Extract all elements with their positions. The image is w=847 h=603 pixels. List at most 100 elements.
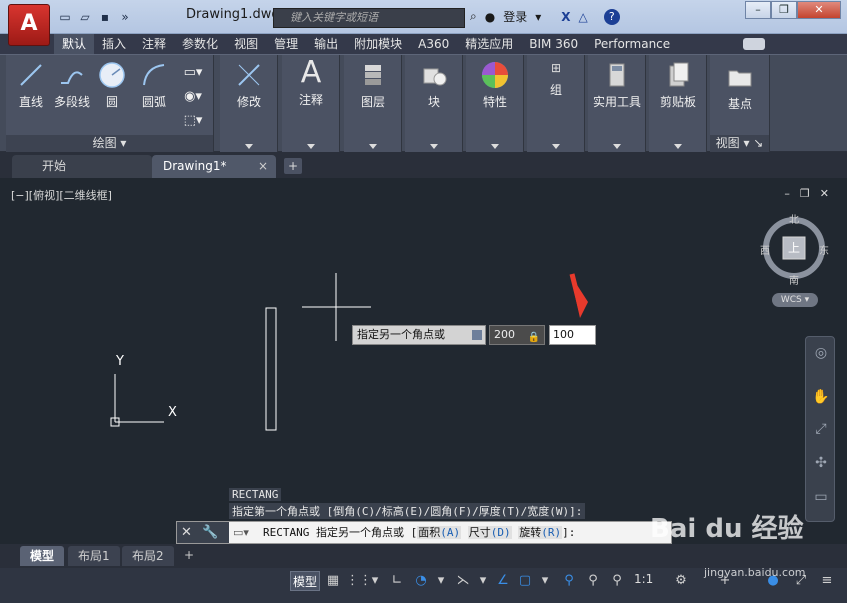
properties-tool[interactable]: 特性	[466, 61, 524, 110]
annotation-dropdown-icon[interactable]	[306, 144, 315, 149]
annotation-scale-icon[interactable]: ⚲	[608, 572, 626, 590]
polar-tracking-icon[interactable]: ◔	[412, 572, 430, 590]
circle-tool[interactable]: 圆	[96, 61, 128, 110]
clipboard-dropdown-icon[interactable]	[673, 144, 682, 149]
tab-manage[interactable]: 管理	[266, 34, 306, 54]
tab-home[interactable]: 默认	[54, 34, 95, 54]
binoculars-icon[interactable]: ⌕	[470, 9, 477, 24]
utilities-dropdown-icon[interactable]	[612, 144, 621, 149]
object-snap-dropdown-icon[interactable]: ▾	[536, 572, 554, 590]
dimension-input-1[interactable]: 200 🔒	[489, 325, 545, 345]
annotation-visibility-icon[interactable]: ⚲	[560, 572, 578, 590]
login-link[interactable]: 登录	[503, 8, 527, 25]
object-snap-tracking-icon[interactable]: ∠	[494, 572, 512, 590]
block-tool[interactable]: 块	[405, 61, 463, 110]
file-tab-drawing1[interactable]: Drawing1* ×	[152, 155, 276, 178]
annotation-scale-value[interactable]: 1:1	[634, 572, 653, 586]
modify-dropdown-icon[interactable]	[244, 144, 253, 149]
viewcube-top-label[interactable]: 上	[788, 239, 800, 256]
block-dropdown-icon[interactable]	[429, 144, 438, 149]
layers-panel[interactable]: 图层	[344, 55, 402, 152]
tab-parametric[interactable]: 参数化	[174, 34, 226, 54]
isodraft-dropdown-icon[interactable]: ▾	[474, 572, 492, 590]
drawing-area[interactable]: [−][俯视][二维线框] – ❐ ✕ Y X 北 南 东 西 上 WCS ▾ …	[0, 178, 847, 544]
steering-wheel-icon[interactable]: ◎	[811, 345, 831, 365]
more-tools-icon[interactable]: »	[116, 8, 134, 26]
new-layout-button[interactable]: +	[180, 548, 198, 564]
option-rotation[interactable]: 旋转(R)	[518, 526, 563, 539]
new-tab-button[interactable]: +	[284, 158, 302, 174]
orbit-icon[interactable]: ✣	[811, 455, 831, 475]
layers-tool[interactable]: 图层	[344, 61, 402, 110]
utilities-panel[interactable]: 实用工具	[588, 55, 646, 152]
tab-output[interactable]: 输出	[306, 34, 346, 54]
option-area[interactable]: 面积(A)	[417, 526, 462, 539]
polyline-tool[interactable]: 多段线	[50, 61, 94, 110]
tab-addins[interactable]: 附加模块	[346, 34, 410, 54]
block-panel[interactable]: 块	[405, 55, 463, 152]
save-icon[interactable]: ▪	[96, 8, 114, 26]
command-line-settings-icon[interactable]: 🔧	[202, 525, 218, 540]
snap-icon[interactable]: ⋮⋮	[346, 572, 372, 590]
ribbon-minimize-toggle[interactable]	[743, 38, 765, 50]
object-snap-icon[interactable]: ▢	[516, 572, 534, 590]
groups-dropdown-icon[interactable]	[551, 144, 560, 149]
exchange-icon[interactable]: X	[561, 10, 570, 24]
customization-menu-icon[interactable]: ≡	[818, 572, 836, 590]
option-dimensions[interactable]: 尺寸(D)	[467, 526, 512, 539]
tab-insert[interactable]: 插入	[94, 34, 134, 54]
user-icon[interactable]: ●	[485, 10, 495, 24]
auto-scale-icon[interactable]: ⚲	[584, 572, 602, 590]
modify-panel[interactable]: 修改	[220, 55, 278, 152]
showmotion-icon[interactable]: ▭	[811, 489, 831, 509]
minimize-button[interactable]: –	[745, 1, 771, 19]
groups-panel[interactable]: ⊞ 组	[527, 55, 585, 152]
zoom-extents-icon[interactable]: ⤢	[811, 421, 831, 441]
search-input[interactable]: 键入关键字或短语	[273, 8, 465, 28]
viewcube-west[interactable]: 西	[760, 242, 770, 257]
annotation-panel[interactable]: A 注释	[282, 55, 340, 152]
viewcube-north[interactable]: 北	[789, 211, 799, 226]
group-tool[interactable]: ⊞ 组	[527, 61, 585, 98]
tab-a360[interactable]: A360	[410, 34, 457, 54]
tab-bim360[interactable]: BIM 360	[521, 34, 586, 54]
boundary-icon[interactable]: ⬚▾	[178, 109, 208, 133]
close-tab-icon[interactable]: ×	[258, 155, 268, 178]
tab-layout2[interactable]: 布局2	[122, 546, 174, 566]
command-line[interactable]: ✕ 🔧 ▭▾ RECTANG 指定另一个角点或 [面积(A) 尺寸(D) 旋转(…	[176, 521, 672, 544]
polar-dropdown-icon[interactable]: ▾	[432, 572, 450, 590]
basepoint-tool[interactable]: 基点	[710, 63, 770, 112]
help-button[interactable]: ?	[603, 8, 620, 25]
isodraft-icon[interactable]: ⋋	[454, 572, 472, 590]
clipboard-tool[interactable]: 剪贴板	[649, 61, 707, 110]
arc-tool[interactable]: 圆弧	[134, 61, 174, 110]
a360-icon[interactable]: △	[579, 10, 588, 24]
tab-featured-apps[interactable]: 精选应用	[457, 34, 521, 54]
wcs-menu[interactable]: WCS ▾	[772, 293, 818, 307]
model-space-button[interactable]: 模型	[290, 571, 320, 591]
viewcube-east[interactable]: 东	[819, 242, 829, 257]
snap-dropdown-icon[interactable]: ▾	[366, 572, 384, 590]
command-line-close-icon[interactable]: ✕	[181, 525, 192, 540]
hatch-icon[interactable]: ◉▾	[178, 85, 208, 109]
ortho-icon[interactable]: ∟	[388, 572, 406, 590]
dimension-input-2[interactable]: 100	[549, 325, 596, 345]
pan-hand-icon[interactable]: ✋	[811, 389, 831, 409]
workspace-gear-icon[interactable]: ⚙	[672, 572, 690, 590]
modify-tool[interactable]: 修改	[220, 61, 278, 110]
properties-panel[interactable]: 特性	[466, 55, 524, 152]
tab-layout1[interactable]: 布局1	[68, 546, 120, 566]
line-tool[interactable]: 直线	[12, 61, 50, 110]
draw-panel-label[interactable]: 绘图 ▾	[6, 135, 213, 152]
options-arrow-icon[interactable]	[472, 330, 482, 340]
viewcube-south[interactable]: 南	[789, 272, 799, 287]
recent-commands-icon[interactable]: ▭▾	[233, 526, 249, 539]
login-dropdown-icon[interactable]: ▾	[535, 10, 541, 24]
view-panel-label[interactable]: 视图 ▾ ↘	[710, 135, 769, 152]
restore-button[interactable]: ❐	[771, 1, 797, 19]
tab-model[interactable]: 模型	[20, 546, 65, 566]
file-tab-start[interactable]: 开始	[12, 155, 152, 178]
tab-view[interactable]: 视图	[226, 34, 266, 54]
clipboard-panel[interactable]: 剪贴板	[649, 55, 707, 152]
tab-annotate[interactable]: 注释	[134, 34, 174, 54]
